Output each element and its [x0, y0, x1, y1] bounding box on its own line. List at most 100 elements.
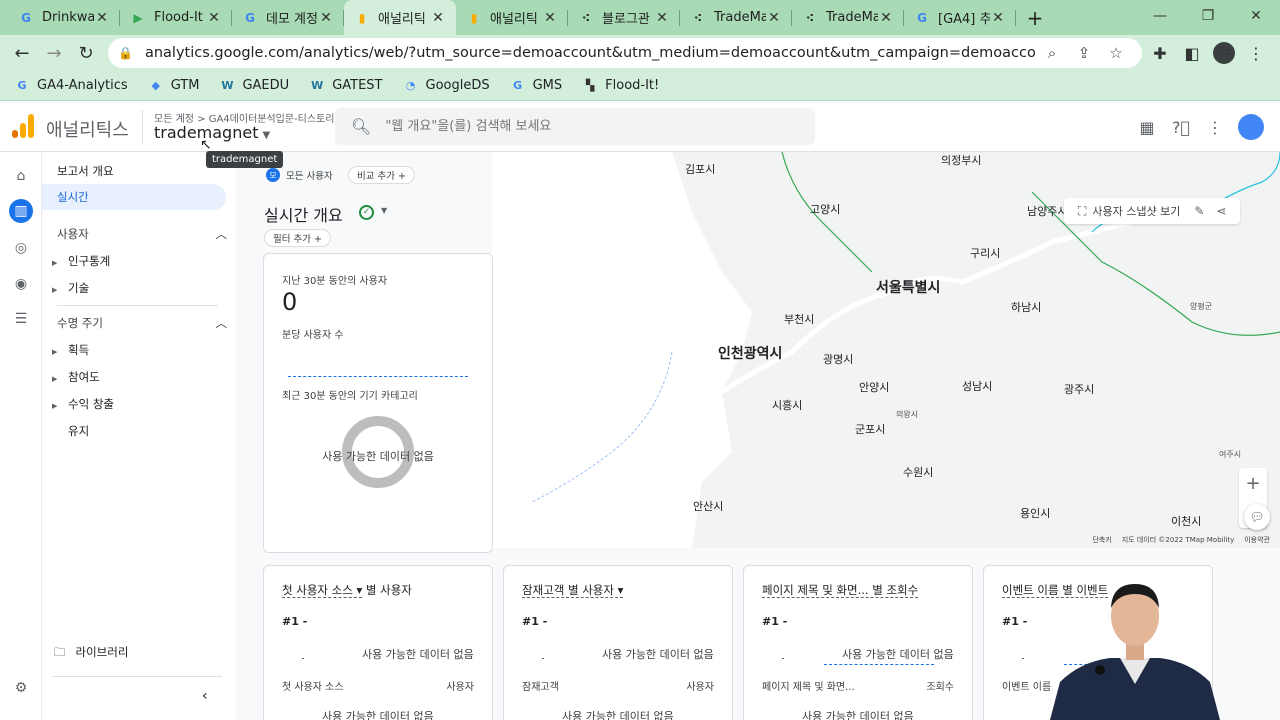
nav-monetization[interactable]: ▶ 수익 창출 [52, 396, 114, 412]
apps-grid-icon[interactable]: ▦ [1130, 118, 1164, 137]
explore-icon[interactable]: ◎ [9, 236, 33, 260]
section-lifecycle[interactable]: 수명 주기 ︿ [57, 315, 227, 331]
bookmark-item[interactable]: ◆ GTM [148, 78, 200, 94]
url-text[interactable]: analytics.google.com/analytics/web/?utm_… [145, 45, 1036, 61]
tab-title[interactable]: Drinkwa [42, 10, 94, 25]
browser-tab[interactable]: G 데모 계정 ✕ [232, 0, 344, 35]
reload-icon[interactable]: ↻ [70, 37, 102, 69]
lock-icon[interactable]: 🔒 [118, 46, 133, 60]
section-user-label[interactable]: 사용자 [57, 226, 89, 242]
close-tab-icon[interactable]: ✕ [990, 10, 1006, 26]
tab-title[interactable]: TradeMa [826, 10, 878, 25]
bookmark-label[interactable]: GMS [533, 78, 563, 93]
close-tab-icon[interactable]: ✕ [318, 10, 334, 26]
bookmark-label[interactable]: GATEST [332, 78, 382, 93]
reports-icon[interactable]: ▥ [9, 199, 33, 223]
card-title[interactable]: 페이지 제목 및 화면... 별 조회수 [762, 583, 952, 598]
bookmark-label[interactable]: GA4-Analytics [37, 78, 128, 93]
card-title-metric[interactable]: 첫 사용자 소스 ▾ [282, 583, 363, 598]
search-input[interactable] [385, 119, 786, 134]
feedback-icon[interactable]: 💬︎ [1244, 504, 1270, 530]
bookmark-item[interactable]: G GMS [510, 78, 563, 94]
snapshot-label[interactable]: 사용자 스냅샷 보기 [1092, 203, 1180, 219]
property-selector[interactable]: trademagnet ▼ [154, 123, 270, 142]
bookmark-item[interactable]: ▚ Flood-It! [582, 78, 659, 94]
all-users-label[interactable]: 모든 사용자 [286, 168, 333, 182]
new-tab-button[interactable]: + [1020, 0, 1050, 35]
tab-title[interactable]: 애널리틱 [378, 8, 430, 27]
minimize-icon[interactable]: — [1136, 0, 1184, 32]
collapse-nav-icon[interactable]: ‹ [202, 688, 208, 704]
bookmark-item[interactable]: G GA4-Analytics [14, 78, 128, 94]
nav-demographics-label[interactable]: 인구통계 [68, 254, 110, 268]
star-icon[interactable]: ☆ [1100, 44, 1132, 62]
close-tab-icon[interactable]: ✕ [766, 10, 782, 26]
section-user[interactable]: 사용자 ︿ [57, 226, 227, 242]
close-window-icon[interactable]: ✕ [1232, 0, 1280, 32]
browser-tab[interactable]: ▶ Flood-It ✕ [120, 0, 232, 35]
nav-library-label[interactable]: 라이브러리 [76, 645, 129, 659]
address-bar[interactable]: 🔒 analytics.google.com/analytics/web/?ut… [108, 38, 1142, 68]
bookmark-item[interactable]: ◔ GoogleDS [403, 78, 490, 94]
nav-retention-label[interactable]: 유지 [68, 424, 89, 438]
browser-tab[interactable]: ⁖ 블로그관 ✕ [568, 0, 680, 35]
extensions-icon[interactable]: ✚ [1144, 44, 1176, 63]
nav-engagement-label[interactable]: 참여도 [68, 370, 100, 384]
close-tab-icon[interactable]: ✕ [94, 10, 110, 26]
browser-tab[interactable]: ⁖ TradeMa ✕ [680, 0, 792, 35]
check-status-icon[interactable]: ✓ [359, 205, 374, 220]
account-avatar[interactable] [1238, 114, 1264, 140]
browser-tab[interactable]: G Drinkwa ✕ [8, 0, 120, 35]
share-icon[interactable]: ⇪ [1068, 44, 1100, 62]
caret-down-icon[interactable]: ▼ [262, 130, 270, 141]
caret-down-icon[interactable]: ▼ [381, 206, 387, 215]
close-tab-icon[interactable]: ✕ [430, 10, 446, 26]
nav-monetization-label[interactable]: 수익 창출 [68, 397, 114, 411]
card-title-metric[interactable]: 페이지 제목 및 화면... 별 조회수 [762, 583, 919, 598]
nav-demographics[interactable]: ▶ 인구통계 [52, 253, 110, 269]
bookmark-item[interactable]: W GATEST [309, 78, 382, 94]
close-tab-icon[interactable]: ✕ [542, 10, 558, 26]
zoom-in-icon[interactable]: + [1245, 473, 1260, 494]
forward-icon[interactable]: → [38, 37, 70, 69]
admin-gear-icon[interactable]: ⚙ [9, 676, 33, 700]
app-name[interactable]: 애널리틱스 [46, 116, 129, 142]
chevron-up-icon[interactable]: ︿ [216, 226, 228, 242]
zoom-icon[interactable]: ⌕ [1036, 44, 1068, 62]
browser-tab[interactable]: ▮ 애널리틱 ✕ [456, 0, 568, 35]
bookmark-label[interactable]: GoogleDS [426, 78, 490, 93]
card-title[interactable]: 잠재고객 별 사용자 ▾ [522, 583, 712, 598]
profile-avatar[interactable]: 미소 [1213, 42, 1235, 64]
side-panel-icon[interactable]: ◧ [1176, 44, 1208, 63]
nav-engagement[interactable]: ▶ 참여도 [52, 369, 100, 385]
browser-tab[interactable]: G [GA4] 추 ✕ [904, 0, 1016, 35]
bookmark-label[interactable]: Flood-It! [605, 78, 659, 93]
menu-icon[interactable]: ⋮ [1240, 44, 1272, 63]
restore-icon[interactable]: ❐ [1184, 0, 1232, 32]
tab-title[interactable]: [GA4] 추 [938, 8, 990, 27]
tab-title[interactable]: 데모 계정 [266, 8, 318, 27]
map-shortcuts[interactable]: 단축키 [1092, 535, 1111, 545]
nav-tech-label[interactable]: 기술 [68, 281, 89, 295]
home-icon[interactable]: ⌂ [9, 164, 33, 188]
more-vert-icon[interactable]: ⋮ [1198, 118, 1232, 137]
tab-title[interactable]: 블로그관 [602, 8, 654, 27]
browser-tab[interactable]: ⁖ TradeMa ✕ [792, 0, 904, 35]
bookmark-label[interactable]: GTM [171, 78, 200, 93]
share-icon[interactable]: ⋖ [1216, 204, 1226, 218]
close-tab-icon[interactable]: ✕ [206, 10, 222, 26]
card-title-metric[interactable]: 잠재고객 별 사용자 ▾ [522, 583, 624, 598]
browser-tab[interactable]: ▮ 애널리틱 ✕ [344, 0, 456, 35]
tab-title[interactable]: Flood-It [154, 10, 206, 25]
nav-realtime[interactable]: 실시간 [42, 184, 226, 210]
back-icon[interactable]: ← [6, 37, 38, 69]
bookmark-label[interactable]: GAEDU [242, 78, 289, 93]
close-tab-icon[interactable]: ✕ [654, 10, 670, 26]
snapshot-icon[interactable]: ⛶ [1078, 204, 1086, 219]
add-filter-chip[interactable]: 필터 추가 + [264, 229, 331, 247]
search-bar[interactable]: 🔍︎ [335, 108, 815, 145]
section-lifecycle-label[interactable]: 수명 주기 [57, 315, 103, 331]
tab-title[interactable]: TradeMa [714, 10, 766, 25]
nav-tech[interactable]: ▶ 기술 [52, 280, 89, 296]
nav-acquisition-label[interactable]: 획득 [68, 343, 89, 357]
